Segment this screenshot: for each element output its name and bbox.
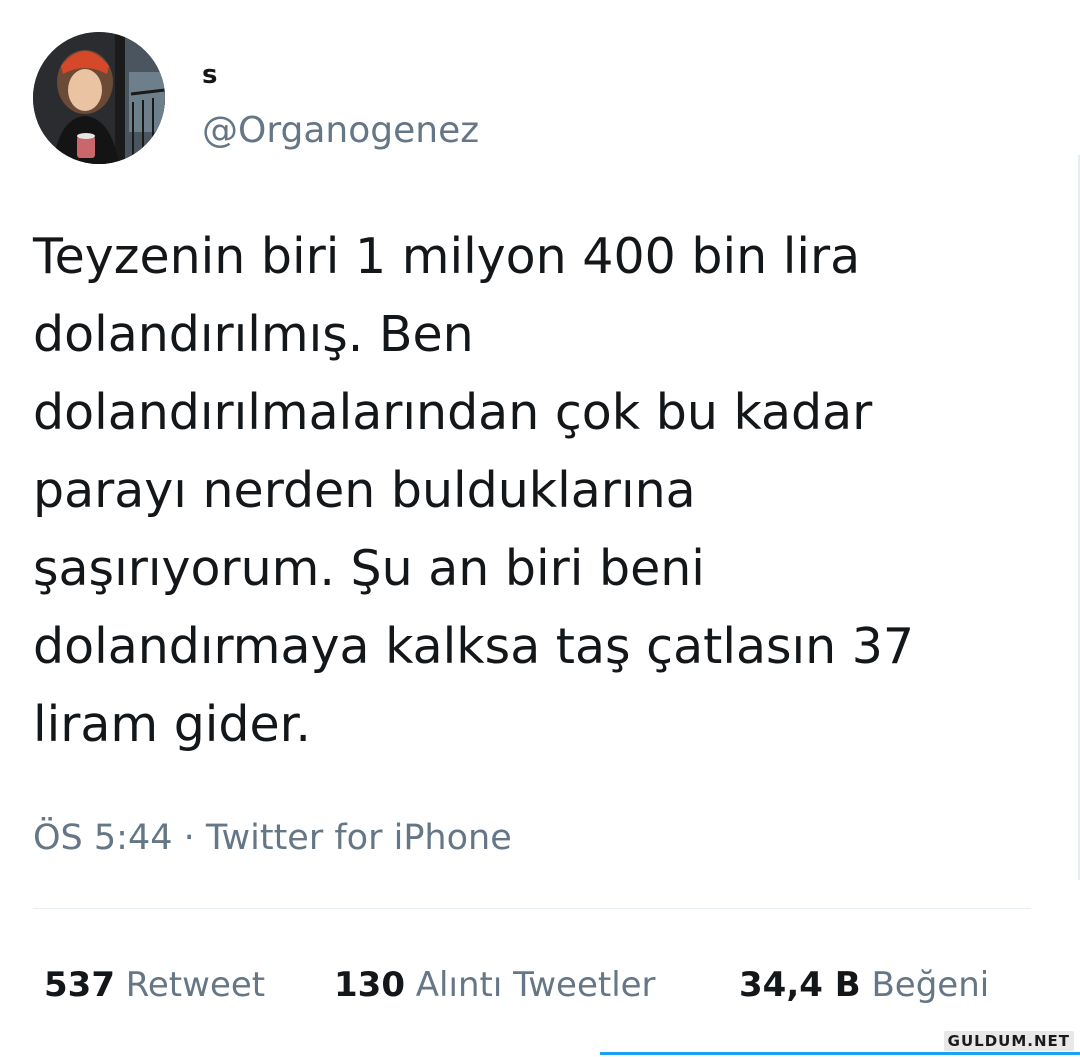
avatar[interactable] [33, 32, 165, 164]
tweet-text-line: dolandırmaya kalksa taş çatlasın 37 [33, 618, 915, 675]
watermark: GULDUM.NET [943, 1031, 1074, 1051]
profile-photo-icon [33, 32, 165, 164]
tweet-text-line: liram gider. [33, 696, 311, 753]
like-stat[interactable]: 34,4 B Beğeni [739, 963, 989, 1007]
retweet-label: Retweet [125, 965, 266, 1005]
like-label: Beğeni [871, 965, 990, 1005]
accent-underline [600, 1052, 1080, 1055]
retweet-count: 537 [44, 965, 115, 1005]
tweet-text-line: dolandırılmalarından çok bu kadar [33, 384, 873, 441]
quote-label: Alıntı Tweetler [415, 965, 656, 1005]
divider [33, 908, 1031, 909]
tweet-text-line: Teyzenin biri 1 milyon 400 bin lira [33, 228, 861, 285]
display-name[interactable]: s [202, 60, 217, 90]
tweet-text-line: parayı nerden bulduklarına [33, 462, 696, 519]
tweet-text-line: dolandırılmış. Ben [33, 306, 474, 363]
quote-stat[interactable]: 130 Alıntı Tweetler [334, 963, 656, 1007]
tweet-meta: ÖS 5:44 · Twitter for iPhone [33, 816, 512, 860]
like-count: 34,4 B [739, 965, 861, 1005]
tweet-timestamp[interactable]: ÖS 5:44 [33, 818, 173, 858]
meta-separator: · [183, 818, 195, 858]
user-handle[interactable]: @Organogenez [202, 110, 479, 152]
tweet-text: Teyzenin biri 1 milyon 400 bin lira dola… [33, 218, 1063, 764]
retweet-stat[interactable]: 537 Retweet [44, 963, 265, 1007]
tweet-text-line: şaşırıyorum. Şu an biri beni [33, 540, 705, 597]
tweet-source[interactable]: Twitter for iPhone [206, 818, 512, 858]
quote-count: 130 [334, 965, 405, 1005]
